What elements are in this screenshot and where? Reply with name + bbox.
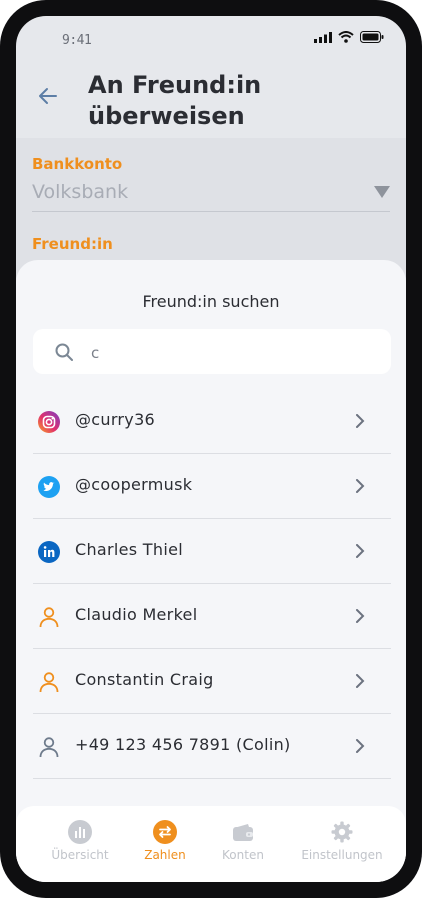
sheet-title: Freund:in suchen	[142, 292, 280, 311]
contact-row[interactable]: Charles Thiel	[33, 520, 391, 584]
back-arrow-icon[interactable]	[36, 84, 60, 108]
person-icon	[39, 672, 59, 693]
twitter-icon	[38, 476, 60, 498]
contact-row[interactable]: @coopermusk	[33, 455, 391, 519]
chevron-right-icon	[356, 544, 365, 558]
row-divider	[33, 518, 391, 519]
tab-uebersicht[interactable]: Übersicht	[50, 820, 110, 862]
person-icon	[39, 737, 59, 758]
contact-name: Charles Thiel	[75, 540, 183, 559]
chevron-right-icon	[356, 414, 365, 428]
contact-name: Constantin Craig	[75, 670, 214, 689]
linkedin-icon	[38, 541, 60, 563]
chart-icon	[68, 820, 92, 844]
bank-account-label: Bankkonto	[32, 155, 123, 173]
search-icon	[55, 343, 73, 361]
row-divider	[33, 648, 391, 649]
gear-icon	[330, 820, 354, 844]
contact-row[interactable]: Constantin Craig	[33, 650, 391, 714]
tab-einstellungen[interactable]: Einstellungen	[300, 820, 384, 862]
tab-label: Zahlen	[144, 848, 186, 862]
transfer-icon	[153, 820, 177, 844]
bottom-tab-bar: Übersicht Zahlen Konten Einstellungen	[16, 806, 406, 882]
contact-row[interactable]: @curry36	[33, 390, 391, 454]
search-box[interactable]	[33, 329, 391, 374]
status-icons	[314, 31, 384, 43]
signal-icon	[314, 31, 332, 43]
status-time: 9:41	[62, 33, 92, 48]
chevron-right-icon	[356, 609, 365, 623]
phone-frame: 9:41 An Freund:in überweisen Bankkonto V…	[0, 0, 422, 898]
tab-label: Übersicht	[51, 848, 109, 862]
wifi-icon	[338, 31, 354, 43]
row-divider	[33, 778, 391, 779]
wallet-icon	[231, 820, 255, 844]
row-divider	[33, 453, 391, 454]
battery-icon	[360, 31, 384, 43]
contact-name: @coopermusk	[75, 475, 193, 494]
instagram-icon	[38, 411, 60, 433]
chevron-right-icon	[356, 479, 365, 493]
page-title: An Freund:in überweisen	[88, 71, 262, 130]
contact-row[interactable]: +49 123 456 7891 (Colin)	[33, 715, 391, 779]
person-icon	[39, 607, 59, 628]
tab-label: Konten	[222, 848, 264, 862]
search-input[interactable]	[89, 339, 373, 366]
row-divider	[33, 583, 391, 584]
contact-name: Claudio Merkel	[75, 605, 198, 624]
dropdown-caret-icon[interactable]	[374, 186, 390, 198]
tab-zahlen[interactable]: Zahlen	[140, 820, 190, 862]
app-screen: 9:41 An Freund:in überweisen Bankkonto V…	[16, 16, 406, 882]
chevron-right-icon	[356, 674, 365, 688]
tab-konten[interactable]: Konten	[218, 820, 268, 862]
tab-label: Einstellungen	[301, 848, 383, 862]
chevron-right-icon	[356, 739, 365, 753]
bank-account-select[interactable]: Volksbank	[32, 181, 128, 203]
contact-row[interactable]: Claudio Merkel	[33, 585, 391, 649]
contact-name: +49 123 456 7891 (Colin)	[75, 735, 291, 754]
row-divider	[33, 713, 391, 714]
friend-label: Freund:in	[32, 235, 113, 253]
bank-account-underline	[32, 211, 390, 212]
status-bar: 9:41	[16, 16, 406, 60]
contact-name: @curry36	[75, 410, 156, 429]
